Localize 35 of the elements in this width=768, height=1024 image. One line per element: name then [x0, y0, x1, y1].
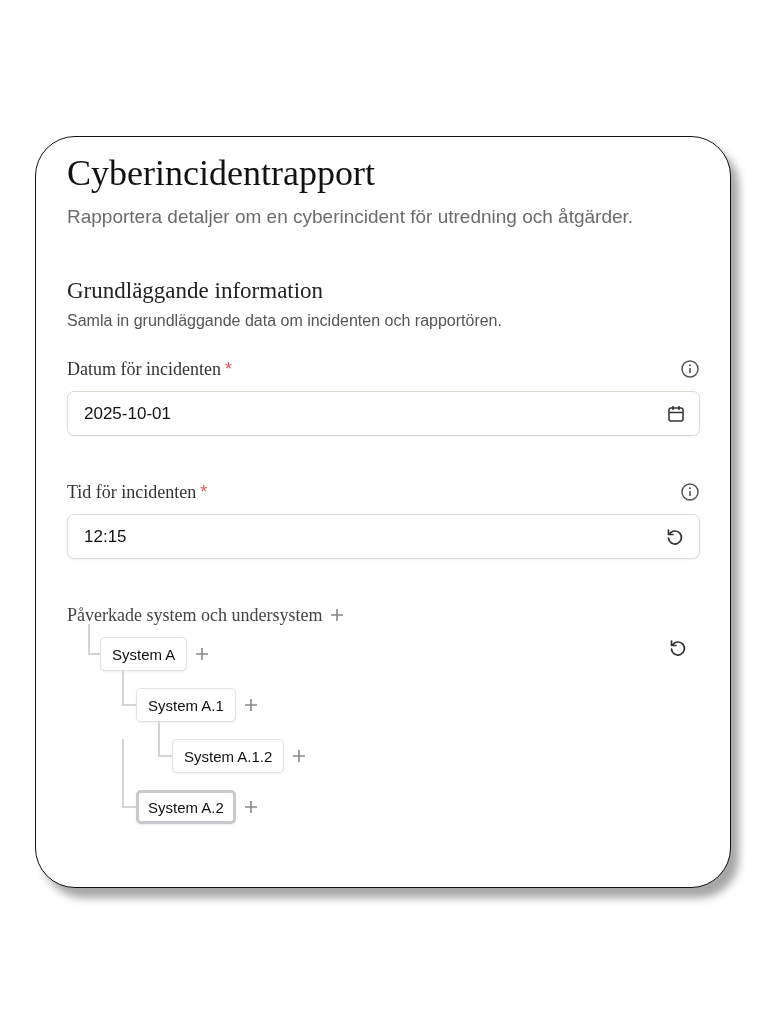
section-description: Samla in grundläggande data om incidenten och rapportören.	[67, 311, 503, 331]
form-title: Cyberincidentrapport	[67, 152, 376, 195]
section-title: Grundläggande information	[67, 277, 325, 305]
info-icon	[680, 359, 700, 379]
add-button[interactable]	[330, 608, 345, 622]
form-description: Rapportera detaljer om en cyberincident för utredning och åtgärder.	[67, 205, 635, 229]
info-button[interactable]	[680, 359, 700, 379]
reset-icon	[665, 526, 685, 547]
calendar-button[interactable]	[667, 404, 685, 423]
add-button[interactable]	[292, 749, 307, 763]
time-field[interactable]: 12:15	[67, 514, 700, 559]
info-button[interactable]	[680, 482, 700, 502]
reset-button[interactable]	[665, 526, 685, 547]
date-field[interactable]: 2025-10-01	[67, 391, 700, 436]
add-button[interactable]	[195, 647, 210, 661]
info-icon	[680, 482, 700, 502]
tree-node[interactable]: System A.1.2	[172, 739, 285, 773]
plus-icon	[243, 698, 258, 712]
add-button[interactable]	[243, 800, 258, 814]
reset-icon	[668, 638, 688, 658]
plus-icon	[243, 800, 258, 814]
field-label: Datum för incidenten	[67, 358, 221, 379]
field-label: Tid för incidenten	[67, 481, 197, 502]
add-button[interactable]	[243, 698, 258, 712]
plus-icon	[195, 647, 210, 661]
calendar-icon	[667, 404, 685, 423]
tree-node[interactable]: System A.2	[136, 790, 236, 824]
tree-node[interactable]: System A	[100, 637, 188, 671]
plus-icon	[292, 749, 307, 763]
required-mark: *	[200, 481, 208, 502]
plus-icon	[330, 608, 345, 622]
required-mark: *	[224, 358, 232, 379]
reset-button[interactable]	[668, 638, 688, 658]
tree-node[interactable]: System A.1	[136, 688, 236, 722]
tree-label: Påverkade system och undersystem	[67, 604, 323, 626]
